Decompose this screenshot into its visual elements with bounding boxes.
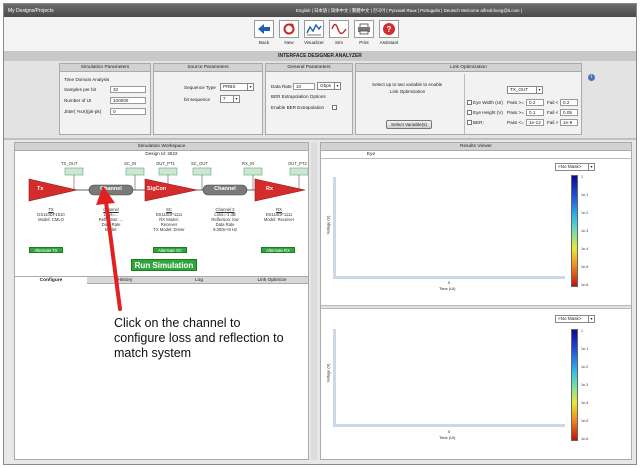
annotation-arrow-shaft xyxy=(104,200,122,311)
annotation-text: Click on the channel to configure loss a… xyxy=(114,316,284,360)
annotation-arrow-head xyxy=(96,186,115,205)
annotation-overlay xyxy=(96,186,122,311)
